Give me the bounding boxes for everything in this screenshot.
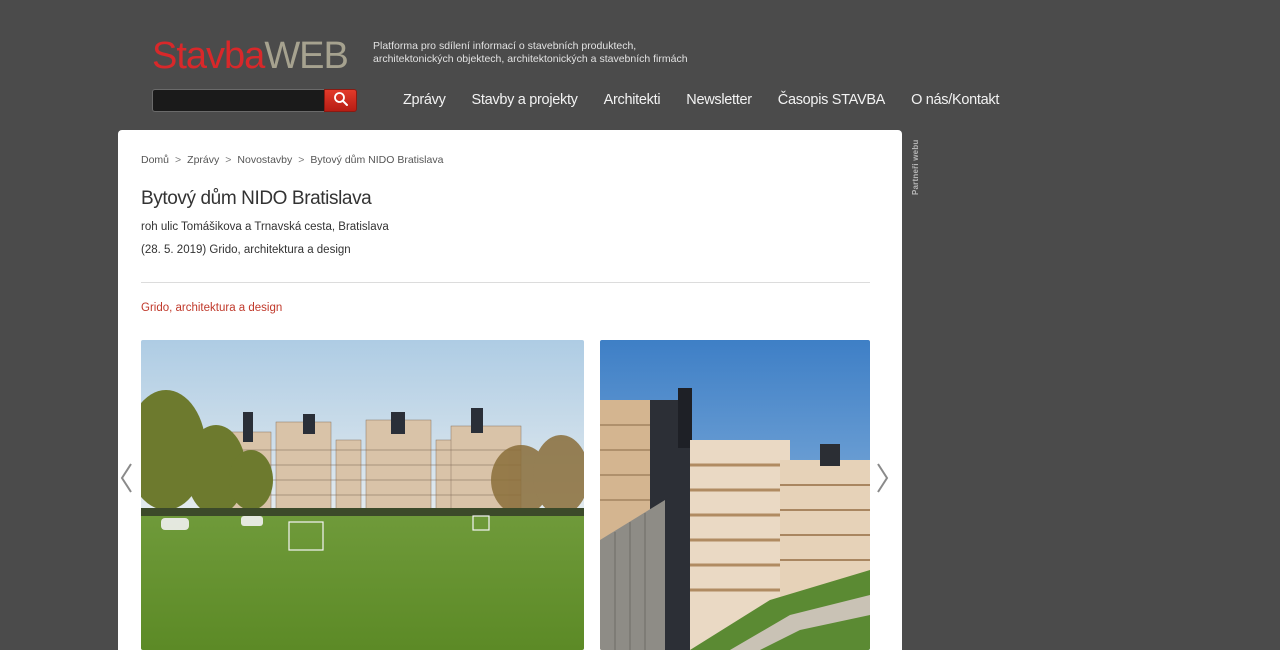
page-title: Bytový dům NIDO Bratislava bbox=[141, 188, 372, 209]
gallery-next-button[interactable] bbox=[873, 460, 893, 500]
breadcrumb-separator: > bbox=[298, 154, 305, 166]
tagline-line-2: architektonických objektech, architekton… bbox=[373, 53, 688, 65]
site-logo[interactable]: StavbaWEB bbox=[152, 34, 349, 78]
nav-item-o-nas-kontakt[interactable]: O nás/Kontakt bbox=[898, 88, 1012, 112]
partners-label-text: Partneři webu bbox=[911, 139, 920, 195]
breadcrumb-separator: > bbox=[175, 154, 182, 166]
logo-part-stavba: Stavba bbox=[152, 35, 265, 77]
chevron-left-icon bbox=[119, 462, 133, 499]
breadcrumb-item-zpravy[interactable]: Zprávy bbox=[187, 154, 219, 166]
breadcrumb-item-novostavby[interactable]: Novostavby bbox=[237, 154, 292, 166]
breadcrumb-item-current[interactable]: Bytový dům NIDO Bratislava bbox=[310, 154, 443, 166]
partners-label: Partneři webu bbox=[911, 133, 925, 197]
article-dateline: (28. 5. 2019) Grido, architektura a desi… bbox=[141, 244, 351, 256]
author-link[interactable]: Grido, architektura a design bbox=[141, 302, 282, 314]
search-input[interactable] bbox=[152, 89, 324, 112]
search-button[interactable] bbox=[324, 89, 357, 112]
nav-item-architekti[interactable]: Architekti bbox=[591, 88, 674, 112]
nav-item-newsletter[interactable]: Newsletter bbox=[673, 88, 765, 112]
nav-item-casopis-stavba[interactable]: Časopis STAVBA bbox=[765, 88, 898, 112]
gallery-photo-2[interactable] bbox=[600, 340, 870, 650]
chevron-right-icon bbox=[876, 462, 890, 499]
site-tagline: Platforma pro sdílení informací o staveb… bbox=[373, 40, 713, 66]
photo-gallery bbox=[141, 340, 870, 650]
breadcrumb-separator: > bbox=[225, 154, 232, 166]
breadcrumb: Domů > Zprávy > Novostavby > Bytový dům NIDO B… bbox=[141, 154, 443, 166]
gallery-photo-1[interactable] bbox=[141, 340, 584, 650]
content-panel: Domů > Zprávy > Novostavby > Bytový dům NIDO B… bbox=[118, 130, 902, 650]
search-icon bbox=[333, 91, 349, 110]
main-nav: Zprávy Stavby a projekty Architekti News… bbox=[390, 88, 1012, 112]
logo-part-web: WEB bbox=[264, 35, 349, 77]
search-box bbox=[152, 89, 357, 112]
nav-item-stavby-a-projekty[interactable]: Stavby a projekty bbox=[459, 88, 591, 112]
article-address: roh ulic Tomášikova a Trnavská cesta, Br… bbox=[141, 221, 389, 233]
breadcrumb-item-domu[interactable]: Domů bbox=[141, 154, 169, 166]
gallery-prev-button[interactable] bbox=[116, 460, 136, 500]
nav-item-zpravy[interactable]: Zprávy bbox=[390, 88, 459, 112]
divider bbox=[141, 282, 870, 283]
tagline-line-1: Platforma pro sdílení informací o staveb… bbox=[373, 40, 637, 52]
